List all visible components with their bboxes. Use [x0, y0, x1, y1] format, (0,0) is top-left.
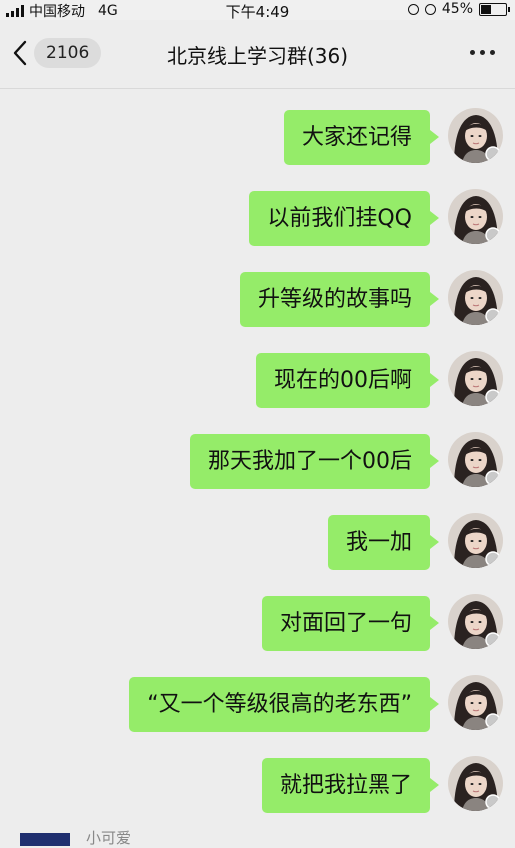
message-bubble[interactable]: 现在的00后啊 — [256, 353, 439, 408]
message-row: “又一个等级很高的老东西” — [0, 655, 515, 732]
chat-title: 北京线上学习群(36) — [166, 44, 349, 68]
avatar[interactable] — [448, 594, 503, 649]
sender-name: 小可爱 — [86, 829, 132, 847]
avatar[interactable] — [448, 513, 503, 568]
battery-percent: 45% — [441, 1, 473, 17]
avatar[interactable] — [448, 270, 503, 325]
message-row: 就把我拉黑了 — [0, 736, 515, 813]
avatar-portrait-icon — [448, 270, 503, 325]
status-bar: 中国移动 4G 下午4:49 45% — [0, 0, 515, 21]
alarm-icon — [424, 3, 436, 15]
avatar-portrait-icon — [448, 189, 503, 244]
battery-fill — [481, 4, 491, 14]
status-right: 45% — [407, 1, 510, 17]
avatar-portrait-icon — [448, 351, 503, 406]
chat-header: 2106 北京线上学习群(36) — [0, 20, 515, 89]
avatar[interactable] — [448, 189, 503, 244]
message-row: 那天我加了一个00后 — [0, 412, 515, 489]
avatar-portrait-icon — [448, 594, 503, 649]
message-row: 以前我们挂QQ — [0, 169, 515, 246]
sender-avatar[interactable] — [20, 833, 70, 846]
message-bubble[interactable]: 那天我加了一个00后 — [190, 434, 439, 489]
avatar[interactable] — [448, 108, 503, 163]
rotation-lock-icon — [407, 3, 419, 15]
message-bubble[interactable]: 升等级的故事吗 — [239, 272, 440, 327]
avatar-portrait-icon — [448, 108, 503, 163]
message-bubble[interactable]: 对面回了一句 — [261, 596, 440, 651]
avatar[interactable] — [448, 351, 503, 406]
message-row: 升等级的故事吗 — [0, 250, 515, 327]
avatar[interactable] — [448, 756, 503, 811]
message-row: 我一加 — [0, 493, 515, 570]
message-bubble[interactable]: “又一个等级很高的老东西” — [129, 677, 439, 732]
message-row: 对面回了一句 — [0, 574, 515, 651]
message-bubble[interactable]: 以前我们挂QQ — [249, 191, 439, 246]
message-row: 现在的00后啊 — [0, 331, 515, 408]
more-dots-icon[interactable] — [470, 50, 495, 55]
message-row: 大家还记得 — [0, 88, 515, 165]
avatar-portrait-icon — [448, 675, 503, 730]
avatar[interactable] — [448, 432, 503, 487]
message-bubble[interactable]: 就把我拉黑了 — [261, 758, 440, 813]
avatar[interactable] — [448, 675, 503, 730]
message-bubble[interactable]: 大家还记得 — [283, 110, 440, 165]
battery-icon — [479, 2, 510, 16]
avatar-portrait-icon — [448, 513, 503, 568]
avatar-portrait-icon — [448, 756, 503, 811]
avatar-portrait-icon — [448, 432, 503, 487]
message-bubble[interactable]: 我一加 — [327, 515, 440, 570]
